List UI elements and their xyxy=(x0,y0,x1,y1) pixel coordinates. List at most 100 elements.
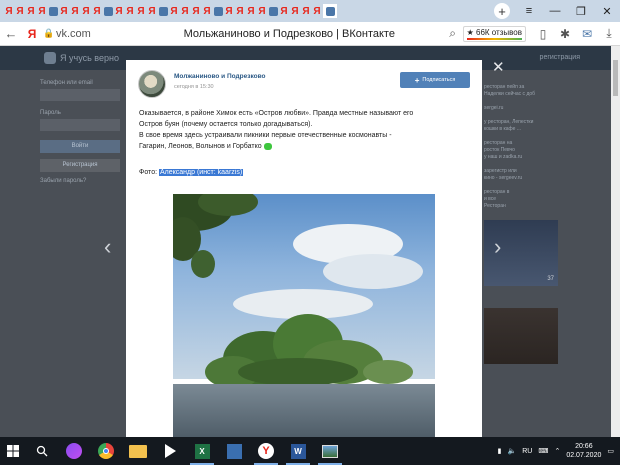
close-modal-icon[interactable]: ✕ xyxy=(492,58,505,76)
browser-tab[interactable]: Я xyxy=(15,4,25,18)
vk-register-link[interactable]: регистрация xyxy=(540,54,580,61)
post-line: Остров буян (почему остается только дога… xyxy=(139,121,313,128)
new-tab-button[interactable]: + xyxy=(494,3,510,19)
browser-tab[interactable]: Я xyxy=(147,4,157,18)
taskbar-search[interactable] xyxy=(26,437,58,465)
vk-extension-icon[interactable]: ✉ xyxy=(576,27,598,41)
taskbar-yandex-browser[interactable]: Y xyxy=(250,437,282,465)
browser-tab[interactable]: Я xyxy=(4,4,14,18)
browser-tab[interactable]: Я xyxy=(180,4,190,18)
taskbar-explorer[interactable] xyxy=(122,437,154,465)
taskbar-photos[interactable] xyxy=(314,437,346,465)
chevron-up-icon[interactable]: ⌃ xyxy=(554,447,560,455)
photo-tree-branches xyxy=(173,194,258,278)
subscribe-button[interactable]: + Подписаться xyxy=(400,72,470,88)
taskbar-app[interactable] xyxy=(218,437,250,465)
browser-tab[interactable]: Я xyxy=(224,4,234,18)
browser-tab[interactable]: Я xyxy=(136,4,146,18)
browser-tab[interactable]: Я xyxy=(26,4,36,18)
browser-tab-active[interactable] xyxy=(323,4,337,18)
credit-link-selected[interactable]: Александр (инст: kaarzis) xyxy=(158,169,244,176)
browser-tab[interactable]: Я xyxy=(169,4,179,18)
reviews-count: 66К отзывов xyxy=(476,27,522,37)
clock[interactable]: 20:66 02.07.2020 xyxy=(566,442,601,460)
browser-tab[interactable]: Я xyxy=(37,4,47,18)
download-icon[interactable]: ⤓ xyxy=(598,26,620,41)
page-scrollbar[interactable] xyxy=(611,46,620,437)
browser-tab[interactable]: Я xyxy=(312,4,322,18)
prev-post-arrow-icon[interactable]: ‹ xyxy=(104,234,111,260)
login-button[interactable]: Войти xyxy=(40,140,120,153)
maximize-button[interactable]: ❐ xyxy=(568,0,594,22)
url-domain[interactable]: vk.com xyxy=(56,28,136,40)
vk-logo[interactable]: Я учусь верно xyxy=(44,52,119,64)
password-input[interactable] xyxy=(40,119,120,131)
group-avatar[interactable] xyxy=(138,70,166,98)
ads-column: ресторан пейп за Наделки сейчас с доб serg… xyxy=(484,84,564,364)
scrollbar-thumb[interactable] xyxy=(613,60,618,96)
ads-text: ресторан пейп за Наделки сейчас с доб serg… xyxy=(484,84,564,210)
browser-tab[interactable] xyxy=(268,4,278,18)
browser-tab[interactable] xyxy=(158,4,168,18)
yandex-logo-icon[interactable]: Я xyxy=(22,27,42,41)
browser-tab[interactable]: Я xyxy=(191,4,201,18)
vk-favicon-icon xyxy=(103,6,113,16)
taskbar-media[interactable] xyxy=(154,437,186,465)
forgot-password-link[interactable]: Забыли пароль? xyxy=(40,178,120,184)
back-button[interactable]: ← xyxy=(0,26,22,41)
ad-text-line: росток Певчо xyxy=(484,147,515,153)
phone-input[interactable] xyxy=(40,89,120,101)
group-name-link[interactable]: Молжаниново и Подрезково xyxy=(174,73,265,80)
language-indicator[interactable]: RU xyxy=(522,448,532,455)
extensions-icon[interactable]: ✱ xyxy=(554,27,576,41)
browser-tab[interactable] xyxy=(213,4,223,18)
ad-image-2[interactable] xyxy=(484,308,558,364)
credit-prefix: Фото: xyxy=(139,169,158,176)
register-button[interactable]: Регистрация xyxy=(40,159,120,172)
browser-tab[interactable] xyxy=(103,4,113,18)
browser-tab[interactable]: Я xyxy=(290,4,300,18)
browser-tab[interactable]: Я xyxy=(81,4,91,18)
plus-icon: + xyxy=(414,75,420,85)
ad-text-line: кино - sergeev.ru xyxy=(484,175,523,181)
photo-island xyxy=(205,314,413,388)
lock-icon[interactable]: 🔒 xyxy=(42,28,56,39)
menu-icon[interactable]: ≡ xyxy=(516,0,542,22)
post-photo[interactable] xyxy=(173,194,435,437)
ad-text-line xyxy=(484,112,564,119)
browser-tab[interactable]: Я xyxy=(202,4,212,18)
browser-tab[interactable]: Я xyxy=(70,4,80,18)
windows-taskbar: X Y W ▮ 🔈 RU ⌨ ⌃ 20:66 02.07.2020 ▭ xyxy=(0,437,620,465)
bookmark-icon[interactable]: ▯ xyxy=(532,27,554,41)
browser-tab[interactable]: Я xyxy=(59,4,69,18)
keyboard-icon[interactable]: ⌨ xyxy=(538,447,548,455)
taskbar-chrome[interactable] xyxy=(90,437,122,465)
browser-tab[interactable]: Я xyxy=(114,4,124,18)
browser-tab[interactable]: Я xyxy=(235,4,245,18)
clock-date: 02.07.2020 xyxy=(566,452,602,459)
browser-tab[interactable]: Я xyxy=(257,4,267,18)
browser-tab[interactable]: Я xyxy=(125,4,135,18)
browser-tab[interactable]: Я xyxy=(279,4,289,18)
notifications-icon[interactable]: ▭ xyxy=(607,447,614,455)
network-icon[interactable]: ▮ xyxy=(498,447,502,455)
ad-text-line: sergei.ru xyxy=(484,105,504,111)
browser-tab[interactable]: Я xyxy=(92,4,102,18)
start-button[interactable] xyxy=(0,437,26,465)
close-window-button[interactable]: ✕ xyxy=(594,0,620,22)
minimize-button[interactable]: — xyxy=(542,0,568,22)
play-icon xyxy=(164,444,176,458)
yandex-browser-icon: Y xyxy=(258,443,274,459)
taskbar-alice[interactable] xyxy=(58,437,90,465)
page-title[interactable]: Мольжаниново и Подрезково | ВКонтакте xyxy=(136,28,443,40)
browser-tab[interactable] xyxy=(48,4,58,18)
browser-tab[interactable]: Я xyxy=(246,4,256,18)
volume-icon[interactable]: 🔈 xyxy=(508,447,517,455)
taskbar-excel[interactable]: X xyxy=(186,437,218,465)
post-time[interactable]: сегодня в 15:30 xyxy=(174,84,214,90)
reviews-badge[interactable]: ★ 66К отзывов xyxy=(462,25,526,42)
browser-tab[interactable]: Я xyxy=(301,4,311,18)
search-icon[interactable]: ⌕ xyxy=(443,26,463,41)
next-post-arrow-icon[interactable]: › xyxy=(494,234,501,260)
taskbar-word[interactable]: W xyxy=(282,437,314,465)
